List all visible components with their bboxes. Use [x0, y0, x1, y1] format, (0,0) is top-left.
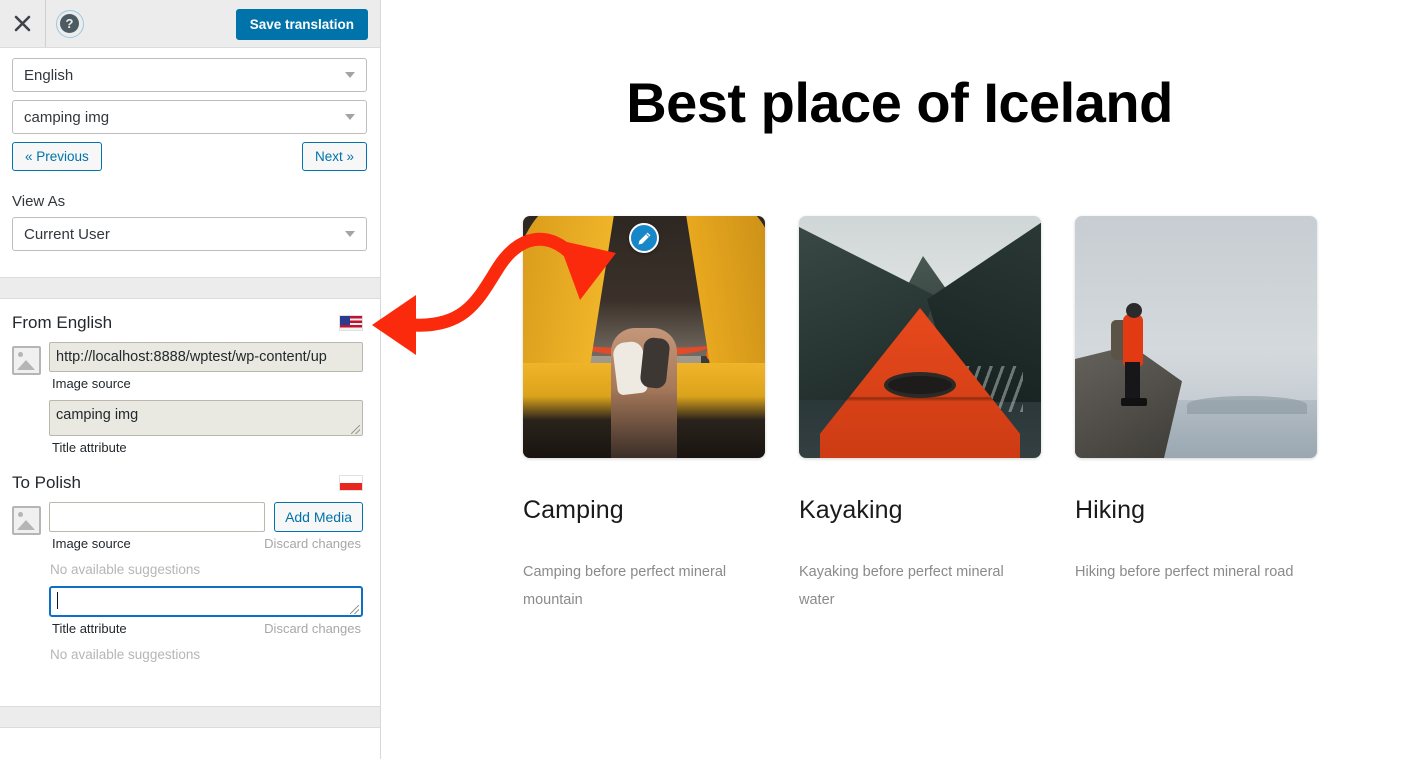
source-title-attribute-value: camping img — [56, 407, 139, 423]
source-language-header: From English — [0, 313, 380, 333]
close-icon-glyph — [14, 15, 31, 32]
source-title-attribute-label: Title attribute — [52, 440, 127, 455]
card-title: Hiking — [1075, 496, 1146, 524]
view-as-select-value: Current User — [24, 225, 110, 243]
card-title: Camping — [523, 496, 624, 524]
camping-image[interactable] — [523, 216, 765, 458]
target-image-source-row: Add Media Image source Discard changes — [0, 502, 380, 551]
source-language-title: From English — [12, 313, 113, 332]
target-image-source-input[interactable] — [49, 502, 266, 532]
kayaking-image[interactable] — [799, 216, 1041, 458]
flag-pl-icon — [339, 475, 363, 491]
activity-card: Hiking Hiking before perfect mineral roa… — [1075, 216, 1317, 614]
source-image-source-label: Image source — [52, 376, 131, 391]
sidebar-controls: English camping img « Previous Next » — [0, 48, 380, 171]
discard-changes-image-source[interactable]: Discard changes — [264, 536, 361, 551]
card-description: Hiking before perfect mineral road — [1075, 564, 1294, 580]
target-title-attribute-textarea[interactable] — [49, 586, 363, 617]
resize-grip-icon[interactable] — [351, 425, 360, 434]
translation-pane: From English http://localhost:8888/wptes… — [0, 299, 380, 759]
sidebar-topbar: ? Save translation — [0, 0, 380, 48]
previous-button[interactable]: « Previous — [12, 142, 102, 171]
resize-grip-icon[interactable] — [350, 605, 359, 614]
target-title-attribute-row: Title attribute Discard changes — [0, 586, 380, 636]
target-image-source-label: Image source — [52, 536, 131, 551]
chevron-down-icon — [345, 114, 355, 120]
close-icon[interactable] — [0, 0, 46, 47]
pencil-edit-icon[interactable] — [629, 223, 659, 253]
source-title-attribute-textarea[interactable]: camping img — [49, 400, 363, 436]
page-title: Best place of Iceland — [626, 71, 1173, 134]
language-select-value: English — [24, 66, 74, 84]
activity-card: Camping Camping before perfect mineral m… — [523, 216, 765, 614]
card-description: Kayaking before perfect mineral water — [799, 564, 1004, 608]
hiking-image-art — [1075, 216, 1317, 458]
image-placeholder-icon — [12, 506, 41, 535]
discard-changes-title-attribute[interactable]: Discard changes — [264, 621, 361, 636]
image-placeholder-icon — [12, 346, 41, 375]
save-translation-button[interactable]: Save translation — [235, 9, 368, 40]
help-icon-ring: ? — [55, 9, 84, 38]
help-icon-glyph: ? — [60, 14, 79, 33]
page-preview: Best place of Iceland Camping Camping be… — [381, 0, 1418, 759]
activity-card: Kayaking Kayaking before perfect mineral… — [799, 216, 1041, 614]
source-image-source-input[interactable]: http://localhost:8888/wptest/wp-content/… — [49, 342, 363, 372]
next-button[interactable]: Next » — [301, 142, 367, 171]
source-image-source-row: http://localhost:8888/wptest/wp-content/… — [0, 342, 380, 455]
sidebar-bottom-divider — [0, 706, 380, 728]
view-as-label: View As — [12, 193, 66, 210]
pencil-edit-icon-glyph — [638, 232, 650, 244]
target-title-attribute-suggestions: No available suggestions — [50, 647, 201, 662]
view-as-select[interactable]: Current User — [12, 217, 367, 251]
chevron-down-icon — [345, 72, 355, 78]
language-select[interactable]: English — [12, 58, 367, 92]
string-select[interactable]: camping img — [12, 100, 367, 134]
chevron-down-icon — [345, 231, 355, 237]
string-select-value: camping img — [24, 108, 110, 126]
sidebar-divider — [0, 277, 380, 299]
target-language-header: To Polish — [0, 473, 380, 493]
help-icon[interactable]: ? — [46, 0, 93, 47]
translation-sidebar: ? Save translation English camping img «… — [0, 0, 381, 759]
translation-editor-screen: ? Save translation English camping img «… — [0, 0, 1418, 759]
kayaking-image-art — [799, 216, 1041, 458]
activity-cards: Camping Camping before perfect mineral m… — [381, 216, 1418, 614]
card-description: Camping before perfect mineral mountain — [523, 564, 727, 608]
card-title: Kayaking — [799, 496, 903, 524]
hiking-image[interactable] — [1075, 216, 1317, 458]
text-cursor — [57, 592, 58, 609]
target-language-title: To Polish — [12, 473, 81, 492]
pagination-row: « Previous Next » — [12, 142, 367, 171]
add-media-button[interactable]: Add Media — [274, 502, 363, 532]
target-image-source-suggestions: No available suggestions — [50, 562, 201, 577]
target-title-attribute-label: Title attribute — [52, 621, 127, 636]
flag-us-icon — [339, 315, 363, 331]
